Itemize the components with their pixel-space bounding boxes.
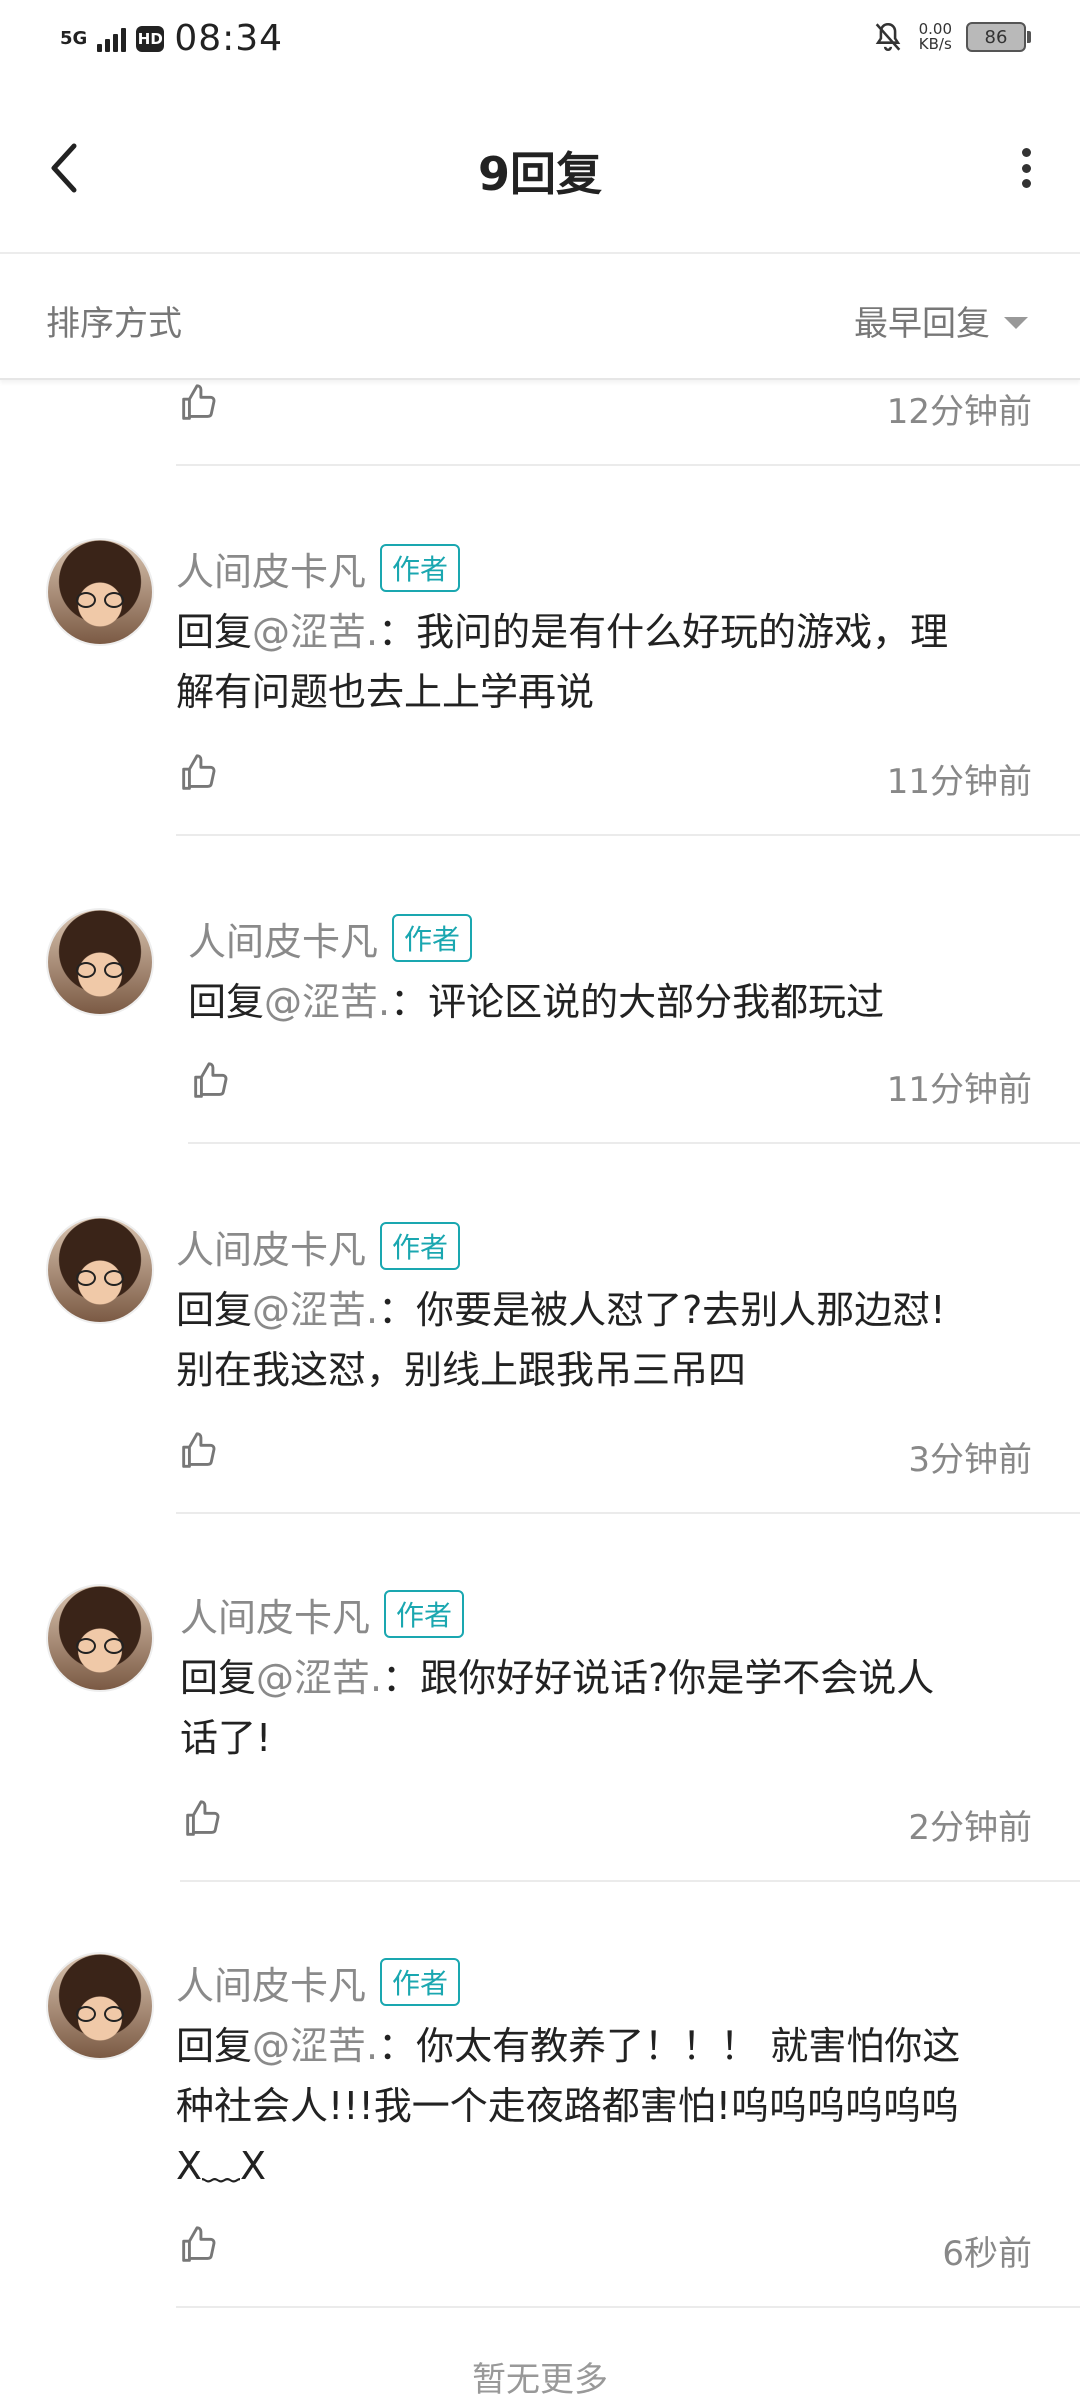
comment-text-line-1: ：跟你好好说话?你是学不会说人 (382, 1656, 935, 1700)
status-time: 08:34 (174, 18, 284, 59)
comment-body[interactable]: 回复@涩苦.：你要是被人怼了?去别人那边怼! 别在我这怼，别线上跟我吊三吊四 (176, 1280, 1026, 1400)
comment-footer: 12分钟前 (176, 380, 1032, 440)
user-name[interactable]: 人间皮卡凡 (176, 1219, 366, 1274)
user-name[interactable]: 人间皮卡凡 (176, 541, 366, 596)
comment-text-line-2: 种社会人!!!我一个走夜路都害怕!呜呜呜呜呜呜 (176, 2084, 959, 2128)
comment-text-line-2: 话了! (180, 1716, 272, 1760)
comment-text-line-1: ：评论区说的大部分我都玩过 (390, 980, 885, 1024)
comment-footer: 3分钟前 (176, 1428, 1032, 1488)
reply-prefix: 回复 (180, 1656, 257, 1700)
status-bar: 5G HD 08:34 0.00 KB/s 86 (0, 0, 1080, 80)
mention-link[interactable]: @涩苦. (264, 980, 390, 1024)
header-bar: 9回复 (0, 88, 1080, 254)
more-vertical-icon[interactable] (1018, 148, 1034, 188)
user-name[interactable]: 人间皮卡凡 (176, 1955, 366, 2010)
sort-value-text: 最早回复 (854, 304, 990, 344)
author-badge: 作者 (392, 914, 473, 962)
reply-prefix: 回复 (188, 980, 265, 1024)
comment-time: 12分钟前 (886, 392, 1032, 432)
divider (176, 1512, 1080, 1514)
comment-body[interactable]: 回复@涩苦.：跟你好好说话?你是学不会说人 话了! (180, 1648, 1030, 1768)
sort-dropdown[interactable]: 最早回复 (854, 296, 1028, 345)
reply-prefix: 回复 (176, 610, 253, 654)
divider (176, 464, 1080, 466)
divider (176, 2306, 1080, 2308)
thumbs-up-icon[interactable] (176, 380, 222, 426)
status-left: 5G HD 08:34 (60, 18, 283, 59)
mention-link[interactable]: @涩苦. (252, 1288, 378, 1332)
divider (176, 834, 1080, 836)
comment-text-line-1: ：你要是被人怼了?去别人那边怼! (378, 1288, 946, 1332)
avatar[interactable] (46, 908, 154, 1016)
avatar[interactable] (46, 1952, 154, 2060)
page-title: 9回复 (477, 147, 602, 201)
comment-footer: 2分钟前 (180, 1796, 1032, 1856)
comment-time: 6秒前 (942, 2234, 1032, 2274)
comment-text-line-3: X﹏X (176, 2144, 267, 2188)
comment-body[interactable]: 回复@涩苦.：你太有教养了！！！ 就害怕你这 种社会人!!!我一个走夜路都害怕!… (176, 2016, 1026, 2196)
avatar[interactable] (46, 1584, 154, 1692)
comment-time: 11分钟前 (886, 1070, 1032, 1110)
comment-header: 人间皮卡凡 作者 (176, 1216, 461, 1276)
no-more-text: 暂无更多 (472, 2360, 608, 2400)
hd-icon: HD (136, 25, 165, 52)
comment-time: 3分钟前 (908, 1440, 1032, 1480)
comment-time: 2分钟前 (908, 1808, 1032, 1848)
thumbs-up-icon[interactable] (180, 1796, 226, 1842)
author-badge: 作者 (380, 1958, 461, 2006)
comment-footer: 6秒前 (176, 2222, 1032, 2282)
battery-icon: 86 (966, 22, 1031, 52)
comment-header: 人间皮卡凡 作者 (180, 1584, 465, 1644)
status-right: 0.00 KB/s 86 (871, 20, 1031, 54)
mention-link[interactable]: @涩苦. (252, 2024, 378, 2068)
network-type: 5G (60, 27, 88, 49)
user-name[interactable]: 人间皮卡凡 (188, 911, 378, 966)
author-badge: 作者 (380, 544, 461, 592)
author-badge: 作者 (380, 1222, 461, 1270)
comment-body[interactable]: 回复@涩苦.：我问的是有什么好玩的游戏，理 解有问题也去上上学再说 (176, 602, 1026, 722)
divider (188, 1142, 1080, 1144)
caret-down-icon (1004, 316, 1028, 329)
sort-label: 排序方式 (46, 304, 182, 344)
thumbs-up-icon[interactable] (176, 750, 222, 796)
thumbs-up-icon[interactable] (188, 1058, 234, 1104)
comment-text-line-2: 解有问题也去上上学再说 (176, 670, 595, 714)
thumbs-up-icon[interactable] (176, 2222, 222, 2268)
comment-header: 人间皮卡凡 作者 (176, 538, 461, 598)
reply-prefix: 回复 (176, 1288, 253, 1332)
mention-link[interactable]: @涩苦. (256, 1656, 382, 1700)
avatar[interactable] (46, 538, 154, 646)
comment-footer: 11分钟前 (176, 750, 1032, 810)
comment-footer: 11分钟前 (188, 1058, 1032, 1118)
signal-icon (97, 26, 127, 52)
network-speed: 0.00 KB/s (919, 22, 952, 52)
reply-prefix: 回复 (176, 2024, 253, 2068)
comment-text-line-1: ：我问的是有什么好玩的游戏，理 (378, 610, 949, 654)
comment-text-line-1: ：你太有教养了！！！ 就害怕你这 (378, 2024, 961, 2068)
sort-bar: 排序方式 最早回复 (0, 254, 1080, 380)
author-badge: 作者 (384, 1590, 465, 1638)
bell-off-icon (875, 22, 900, 51)
mention-link[interactable]: @涩苦. (252, 610, 378, 654)
comment-header: 人间皮卡凡 作者 (188, 908, 473, 968)
comment-text-line-2: 别在我这怼，别线上跟我吊三吊四 (176, 1348, 747, 1392)
user-name[interactable]: 人间皮卡凡 (180, 1587, 370, 1642)
divider (180, 1880, 1080, 1882)
comment-time: 11分钟前 (886, 762, 1032, 802)
comment-header: 人间皮卡凡 作者 (176, 1952, 461, 2012)
thumbs-up-icon[interactable] (176, 1428, 222, 1474)
avatar[interactable] (46, 1216, 154, 1324)
network-speed-unit: KB/s (918, 35, 952, 53)
comment-body[interactable]: 回复@涩苦.：评论区说的大部分我都玩过 (188, 972, 1038, 1032)
